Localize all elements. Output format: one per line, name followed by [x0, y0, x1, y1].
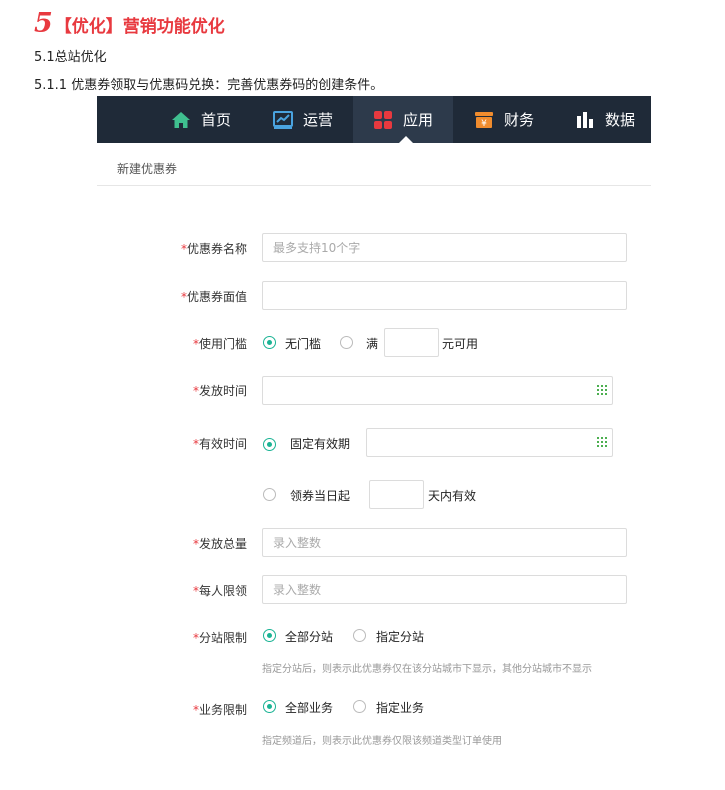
- nav-label-data: 数据: [605, 111, 636, 129]
- coupon-value-label: *优惠券面值: [180, 290, 247, 304]
- top-nav: 首页 运营 应用 ¥ 财务 数据: [97, 96, 651, 143]
- valid-days-input[interactable]: [369, 480, 424, 509]
- valid-relative-text: 领券当日起: [290, 489, 351, 503]
- coupon-name-input[interactable]: 最多支持10个字: [262, 233, 627, 262]
- valid-relative-radio[interactable]: [263, 488, 276, 501]
- chart-icon: [273, 110, 293, 129]
- per-person-label: *每人限领: [192, 584, 247, 598]
- branch-specific-radio[interactable]: [353, 629, 366, 642]
- nav-item-operations[interactable]: 运营: [273, 96, 333, 143]
- section-title: 【优化】营销功能优化: [54, 17, 225, 37]
- business-all-text: 全部业务: [285, 701, 334, 715]
- business-all-radio[interactable]: [263, 700, 276, 713]
- nav-item-data[interactable]: 数据: [575, 96, 635, 143]
- svg-text:¥: ¥: [481, 119, 487, 129]
- nav-label-operations: 运营: [303, 111, 334, 129]
- section-number: 5: [34, 8, 53, 39]
- wallet-icon: ¥: [475, 111, 493, 129]
- divider: [97, 185, 651, 186]
- valid-fixed-text: 固定有效期: [290, 437, 351, 451]
- branch-specific-text: 指定分站: [376, 630, 425, 644]
- coupon-value-input[interactable]: [262, 281, 627, 310]
- branch-all-radio[interactable]: [263, 629, 276, 642]
- nav-label-apps: 应用: [403, 111, 434, 129]
- valid-days-suffix: 天内有效: [428, 489, 477, 503]
- valid-fixed-radio[interactable]: [263, 438, 276, 451]
- threshold-none-radio[interactable]: [263, 336, 276, 349]
- per-person-input[interactable]: 录入整数: [262, 575, 627, 604]
- business-specific-radio[interactable]: [353, 700, 366, 713]
- subsubsection-title: 5.1.1 优惠券领取与优惠码兑换：完善优惠券码的创建条件。: [34, 78, 384, 93]
- threshold-full-text: 满: [366, 337, 379, 351]
- page-title: 新建优惠券: [117, 162, 178, 176]
- business-limit-hint: 指定频道后，则表示此优惠券仅限该频道类型订单使用: [262, 736, 502, 747]
- issue-time-input[interactable]: [262, 376, 613, 405]
- nav-label-finance: 财务: [504, 111, 535, 129]
- apps-icon: [374, 110, 392, 129]
- coupon-name-label: *优惠券名称: [180, 242, 247, 256]
- app-screenshot: 首页 运营 应用 ¥ 财务 数据 新建优惠券 *优惠券名称 最多支持10个字 *…: [97, 96, 651, 790]
- doc-heading: 5 【优化】营销功能优化: [34, 8, 225, 42]
- calendar-icon[interactable]: [597, 437, 607, 447]
- threshold-suffix: 元可用: [442, 337, 479, 351]
- business-limit-label: *业务限制: [192, 703, 247, 717]
- subsection-title: 5.1总站优化: [34, 50, 107, 65]
- issue-time-label: *发放时间: [192, 384, 247, 398]
- active-tab-caret: [399, 136, 413, 143]
- threshold-label: *使用门槛: [192, 337, 247, 351]
- valid-fixed-date-input[interactable]: [366, 428, 613, 457]
- calendar-icon[interactable]: [597, 385, 607, 395]
- home-icon: [172, 111, 190, 128]
- branch-all-text: 全部分站: [285, 630, 334, 644]
- coupon-name-placeholder: 最多支持10个字: [273, 241, 361, 255]
- total-placeholder: 录入整数: [273, 536, 322, 550]
- nav-item-finance[interactable]: ¥ 财务: [474, 96, 534, 143]
- per-person-placeholder: 录入整数: [273, 583, 322, 597]
- branch-limit-hint: 指定分站后，则表示此优惠券仅在该分站城市下显示，其他分站城市不显示: [262, 664, 592, 675]
- branch-limit-label: *分站限制: [192, 631, 247, 645]
- threshold-amount-input[interactable]: [384, 328, 439, 357]
- total-label: *发放总量: [192, 537, 247, 551]
- threshold-none-text: 无门槛: [285, 337, 322, 351]
- nav-item-home[interactable]: 首页: [171, 96, 231, 143]
- total-input[interactable]: 录入整数: [262, 528, 627, 557]
- bar-chart-icon: [577, 111, 593, 128]
- business-specific-text: 指定业务: [376, 701, 425, 715]
- nav-label-home: 首页: [201, 111, 232, 129]
- valid-time-label: *有效时间: [192, 437, 247, 451]
- threshold-full-radio[interactable]: [340, 336, 353, 349]
